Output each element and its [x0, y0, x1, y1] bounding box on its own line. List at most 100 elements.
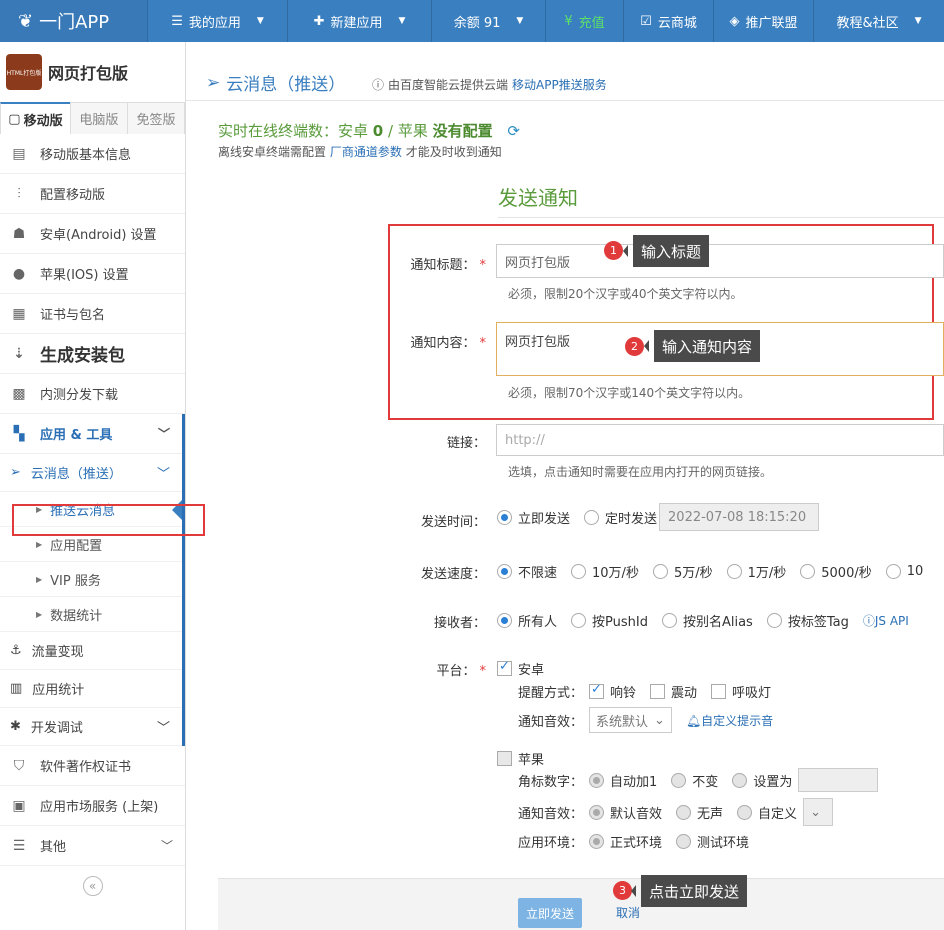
nav-cloud-store[interactable]: ☑ 云商城 — [623, 0, 713, 42]
leaf-icon: ❦ — [18, 10, 34, 32]
app-name: 网页打包版 — [48, 64, 129, 83]
badge-keep-option[interactable]: 不变 — [671, 771, 718, 790]
env-label: 应用环境： — [518, 836, 584, 851]
platform-ios[interactable]: 苹果 — [497, 749, 544, 768]
remind-ring-option[interactable]: 响铃 — [589, 682, 636, 701]
ios-sound-default-option[interactable]: 默认音效 — [589, 803, 662, 822]
sidebar-item-other[interactable]: ☰ 其他 ﹀ — [0, 826, 185, 866]
speed-option[interactable]: 5000/秒 — [800, 562, 872, 581]
sound-label: 通知音效： — [518, 714, 584, 730]
link-input[interactable]: http:// — [496, 424, 944, 456]
speed-label-text: 1万/秒 — [747, 566, 787, 581]
badge-set-option[interactable]: 设置为 — [732, 771, 792, 790]
caret-down-icon: ▼ — [256, 16, 264, 26]
schedule-time-input[interactable]: 2022-07-08 18:15:20 — [659, 503, 820, 531]
platform-android[interactable]: 安卓 — [497, 659, 544, 678]
tab-mobile[interactable]: ▢ 移动版 — [0, 102, 71, 134]
brand-logo[interactable]: ❦ 一门APP — [0, 0, 147, 42]
tab-mobile-label: 移动版 — [23, 113, 63, 129]
custom-sound-link[interactable]: 🔔︎自定义提示音 — [686, 712, 773, 729]
cancel-button[interactable]: 取消 — [616, 904, 640, 921]
offline-pre: 离线安卓终端需配置 — [218, 145, 327, 159]
sidebar-item-cloud-msg[interactable]: ➢ 云消息（推送） ﹀ — [0, 454, 182, 492]
receiver-option[interactable]: 按标签Tag — [766, 611, 849, 630]
paper-plane-icon: ➢ — [10, 465, 21, 480]
sidebar-item-stats-data[interactable]: ▶ 数据统计 — [0, 597, 182, 632]
sidebar-item-basic-info[interactable]: ▤ 移动版基本信息 — [0, 134, 185, 174]
android-label: 安卓 — [518, 663, 545, 678]
nav-new-app[interactable]: ✚ 新建应用 ▼ — [287, 0, 431, 42]
vendor-channel-link[interactable]: 厂商通道参数 — [330, 145, 402, 159]
chevron-down-icon: ⌄ — [810, 804, 821, 820]
nav-recharge[interactable]: ¥ 充值 — [545, 0, 623, 42]
speed-option[interactable]: 10万/秒 — [571, 562, 639, 581]
ios-sound-none-option[interactable]: 无声 — [676, 803, 723, 822]
ios-sound-row: 通知音效： 默认音效 无声 自定义 ⌄ — [518, 798, 834, 826]
info-icon: ⓘ — [372, 78, 385, 92]
notify-title-input[interactable]: 网页打包版 — [496, 244, 944, 278]
online-ios-status: 没有配置 — [432, 122, 493, 140]
sidebar-item-label: 数据统计 — [50, 608, 103, 624]
remind-vibrate-option[interactable]: 震动 — [650, 682, 697, 701]
receiver-option[interactable]: 所有人 — [497, 611, 557, 630]
sound-select-value: 系统默认 — [596, 714, 649, 730]
sidebar-item-traffic[interactable]: ⚓ 流量变现 — [0, 632, 182, 670]
push-service-link[interactable]: 移动APP推送服务 — [512, 76, 607, 93]
receiver-option[interactable]: 按别名Alias — [661, 611, 753, 630]
receiver-option[interactable]: 按PushId — [571, 611, 648, 630]
radio-icon — [584, 509, 600, 525]
tab-desktop[interactable]: 电脑版 — [69, 102, 128, 134]
online-count: 实时在线终端数：安卓 0 / 苹果 没有配置 ⟳ — [218, 120, 520, 141]
sidebar-item-app-stats[interactable]: ▥ 应用统计 — [0, 670, 182, 708]
speed-option[interactable]: 不限速 — [497, 562, 557, 581]
radio-icon — [800, 564, 816, 579]
ios-sound-default-label: 默认音效 — [610, 806, 663, 822]
sidebar-item-vip[interactable]: ▶ VIP 服务 — [0, 562, 182, 597]
nav-my-apps[interactable]: ☰ 我的应用 ▼ — [147, 0, 287, 42]
js-api-link[interactable]: ⓘJS API — [863, 612, 909, 629]
env-test-option[interactable]: 测试环境 — [676, 832, 749, 851]
send-now-button[interactable]: 立即发送 — [518, 898, 582, 928]
nav-tutorial[interactable]: 教程&社区 ▼ — [813, 0, 944, 42]
tab-free-sign[interactable]: 免签版 — [126, 102, 186, 134]
sound-select[interactable]: 系统默认 ⌄ — [589, 707, 672, 733]
main-content: ➢ 云消息（推送） ⓘ 由百度智能云提供云端 移动APP推送服务 实时在线终端数… — [186, 42, 944, 930]
nav-balance[interactable]: 余额 91 ▼ — [431, 0, 545, 42]
link-help: 选填，点击通知时需要在应用内打开的网页链接。 — [508, 465, 773, 479]
sidebar-item-cert[interactable]: ▦ 证书与包名 — [0, 294, 185, 334]
nav-cloud-store-label: 云商城 — [657, 15, 697, 31]
ios-sound-custom-option[interactable]: 自定义 — [737, 803, 797, 822]
sidebar-item-ios[interactable]: ● 苹果(IOS) 设置 — [0, 254, 185, 294]
help-icon: ⓘ — [862, 614, 875, 628]
highlight-push-item — [12, 504, 205, 536]
sidebar-item-build[interactable]: ⇣ 生成安装包 — [0, 334, 185, 374]
radio-checked-icon — [497, 613, 512, 628]
refresh-icon[interactable]: ⟳ — [507, 122, 520, 140]
sidebar-item-debug[interactable]: ✱ 开发调试 ﹀ — [0, 708, 182, 746]
radio-checked-icon — [497, 509, 512, 525]
js-api-label: JS API — [874, 614, 909, 628]
ios-sound-select[interactable]: ⌄ — [803, 798, 834, 826]
badge-auto-option[interactable]: 自动加1 — [589, 771, 657, 790]
speed-option[interactable]: 10 — [885, 564, 923, 579]
remind-light-option[interactable]: 呼吸灯 — [711, 682, 771, 701]
collapse-icon[interactable]: « — [82, 876, 103, 896]
sidebar-item-android[interactable]: ☗ 安卓(Android) 设置 — [0, 214, 185, 254]
sidebar-item-beta[interactable]: ▩ 内测分发下载 — [0, 374, 185, 414]
env-prod-option[interactable]: 正式环境 — [589, 832, 662, 851]
receiver-label-text: 按PushId — [592, 615, 648, 630]
apple-icon: ● — [12, 265, 26, 282]
sidebar-item-config[interactable]: ⫶ 配置移动版 — [0, 174, 185, 214]
speed-option[interactable]: 5万/秒 — [652, 562, 713, 581]
time-scheduled-option[interactable]: 定时发送 — [584, 508, 657, 527]
sidebar-item-copyright[interactable]: ⛉ 软件著作权证书 — [0, 746, 185, 786]
speed-option[interactable]: 1万/秒 — [726, 562, 787, 581]
sidebar-item-market[interactable]: ▣ 应用市场服务 (上架) — [0, 786, 185, 826]
badge-number-input[interactable] — [798, 768, 879, 792]
time-now-option[interactable]: 立即发送 — [497, 508, 570, 527]
sidebar-item-tools[interactable]: ▚ 应用 & 工具 ﹀ — [0, 414, 182, 454]
widgets-icon: ▚ — [13, 425, 25, 442]
nav-affiliate[interactable]: ◈ 推广联盟 — [713, 0, 813, 42]
sidebar-item-label: 其他 — [40, 840, 67, 855]
diamond-icon: ◈ — [729, 13, 740, 29]
